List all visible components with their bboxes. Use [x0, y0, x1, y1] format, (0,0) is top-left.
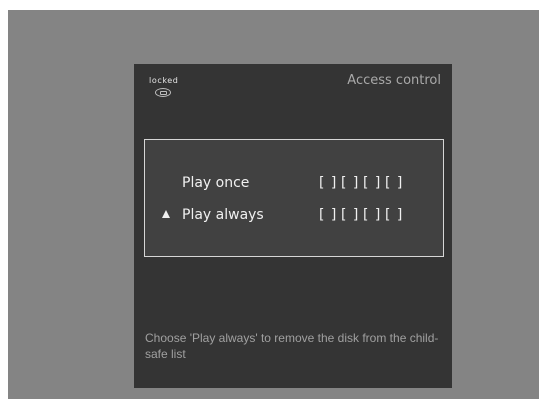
tv-frame: locked Access control Play once [ ][ ][ …: [8, 10, 539, 399]
access-options-dialog: Play once [ ][ ][ ][ ] Play always [ ][ …: [144, 139, 444, 257]
pin-digit-slot[interactable]: [ ]: [385, 175, 407, 191]
pin-code-field[interactable]: [ ][ ][ ][ ]: [319, 207, 407, 223]
pin-digit-slot[interactable]: [ ]: [363, 207, 385, 223]
option-play-always[interactable]: Play always [ ][ ][ ][ ]: [145, 206, 443, 228]
pin-digit-slot[interactable]: [ ]: [341, 175, 363, 191]
pin-digit-slot[interactable]: [ ]: [385, 207, 407, 223]
selection-arrow-icon: [162, 210, 170, 218]
pin-digit-slot[interactable]: [ ]: [319, 207, 341, 223]
pin-digit-slot[interactable]: [ ]: [341, 207, 363, 223]
screen-title: Access control: [347, 73, 441, 88]
pin-digit-slot[interactable]: [ ]: [319, 175, 341, 191]
pin-code-field[interactable]: [ ][ ][ ][ ]: [319, 175, 407, 191]
option-label: Play always: [182, 207, 264, 223]
lock-icon: [155, 88, 171, 97]
pin-digit-slot[interactable]: [ ]: [363, 175, 385, 191]
locked-status-label: locked: [149, 76, 179, 85]
option-label: Play once: [182, 175, 250, 191]
option-play-once[interactable]: Play once [ ][ ][ ][ ]: [145, 174, 443, 196]
access-control-screen: locked Access control Play once [ ][ ][ …: [134, 64, 452, 388]
help-text: Choose 'Play always' to remove the disk …: [145, 331, 439, 361]
